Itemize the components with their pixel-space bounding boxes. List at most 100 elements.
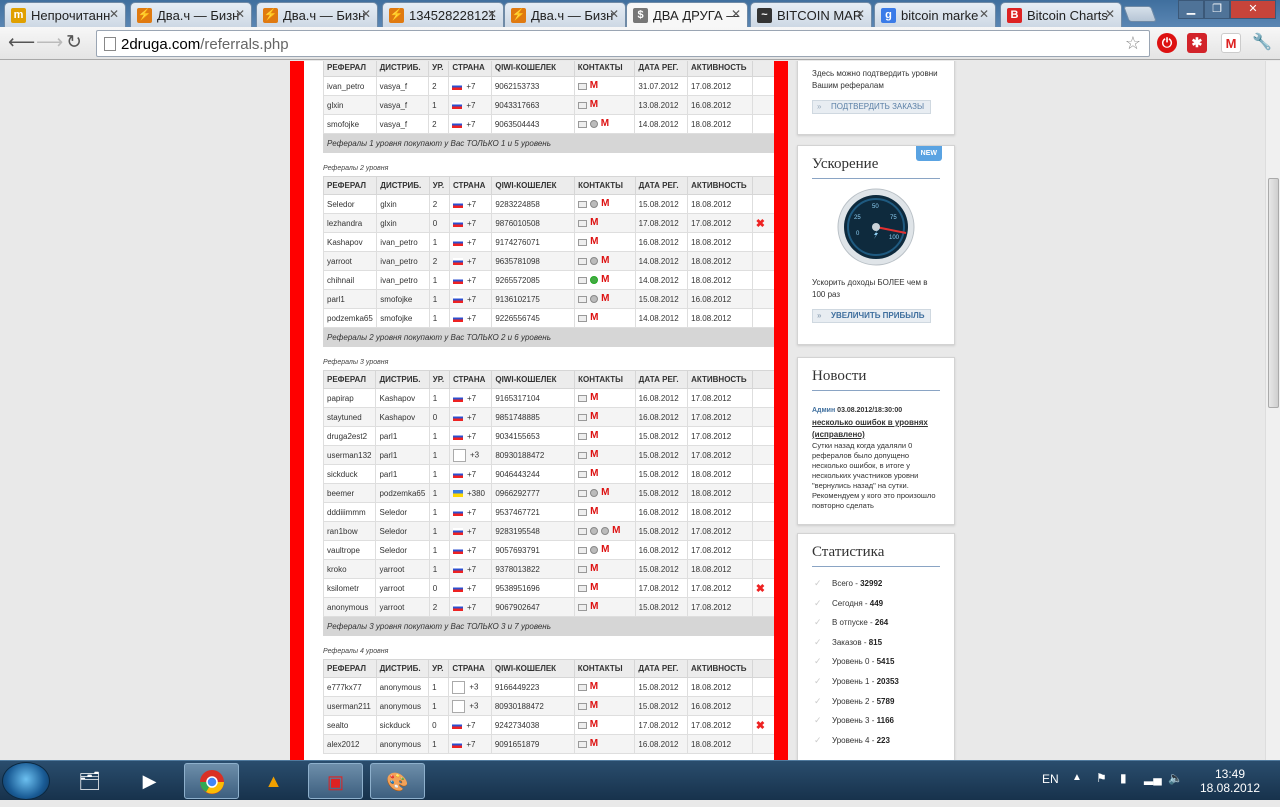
media-player-icon[interactable]: ▶ xyxy=(122,763,177,799)
gmail-icon[interactable]: M xyxy=(590,682,598,692)
email-icon[interactable] xyxy=(578,257,588,265)
email-icon[interactable] xyxy=(578,219,588,227)
skype-icon[interactable] xyxy=(590,546,599,555)
referral-name[interactable]: sickduck xyxy=(322,464,377,484)
network-icon[interactable]: ⚑ xyxy=(1096,771,1107,785)
gmail-icon[interactable]: M xyxy=(590,469,598,479)
email-icon[interactable] xyxy=(578,546,588,554)
referral-name[interactable]: anonymous xyxy=(322,597,377,617)
referral-name[interactable]: userman132 xyxy=(322,445,377,465)
tab-close-icon[interactable]: ✕ xyxy=(979,7,989,21)
chrome-icon[interactable] xyxy=(184,763,239,799)
referral-name[interactable]: ran1bow xyxy=(322,521,377,541)
browser-tab[interactable]: ⚡ Два.ч — Бизн ✕ xyxy=(130,2,252,27)
referral-name[interactable]: dddiiimmm xyxy=(322,502,377,522)
email-icon[interactable] xyxy=(578,314,588,322)
gmail-icon[interactable]: M xyxy=(601,294,609,304)
referral-name[interactable]: Kashapov xyxy=(322,232,378,252)
gmail-icon[interactable]: M xyxy=(601,275,609,285)
skype-icon[interactable] xyxy=(590,257,599,266)
gmail-icon[interactable]: M xyxy=(590,602,598,612)
forward-arrow-icon[interactable]: ⟶ xyxy=(36,33,63,53)
referral-name[interactable]: Seledor xyxy=(322,194,378,214)
email-icon[interactable] xyxy=(577,120,587,128)
gmail-icon[interactable]: M xyxy=(590,431,598,441)
email-icon[interactable] xyxy=(578,584,588,592)
gmail-icon[interactable]: M xyxy=(590,450,598,460)
browser-tab[interactable]: $ ДВА ДРУГА — ✕ xyxy=(626,2,748,27)
email-icon[interactable] xyxy=(578,489,588,497)
referral-name[interactable]: vaultrope xyxy=(322,540,377,560)
gmail-icon[interactable]: M xyxy=(590,218,598,228)
skype-icon[interactable] xyxy=(590,200,599,209)
email-icon[interactable] xyxy=(577,721,587,729)
gmail-icon[interactable]: M xyxy=(590,583,598,593)
referral-name[interactable]: smofojke xyxy=(323,114,377,134)
browser-tab[interactable]: ~ BITCOIN MAR ✕ xyxy=(750,2,872,27)
referral-name[interactable]: sealto xyxy=(323,715,377,735)
file-explorer-icon[interactable]: 🗂 xyxy=(62,763,117,799)
email-icon[interactable] xyxy=(578,200,588,208)
email-icon[interactable] xyxy=(577,683,587,691)
referral-name[interactable]: kroko xyxy=(322,559,377,579)
gmail-icon[interactable]: M xyxy=(601,119,609,129)
referral-name[interactable]: ivan_petro xyxy=(323,76,377,96)
gmail-icon[interactable]: M xyxy=(590,237,598,247)
news-author[interactable]: Админ xyxy=(812,407,835,414)
referral-name[interactable]: parl1 xyxy=(322,289,378,309)
volume-icon[interactable]: 🔈 xyxy=(1168,771,1183,785)
battery-icon[interactable]: ▮ xyxy=(1120,771,1127,785)
referral-name[interactable]: staytuned xyxy=(322,407,377,427)
tab-close-icon[interactable]: ✕ xyxy=(361,7,371,21)
browser-tab[interactable]: g bitcoin marke ✕ xyxy=(874,2,996,27)
signal-icon[interactable]: ▂▄ xyxy=(1144,771,1162,785)
referral-name[interactable]: glxin xyxy=(323,95,377,115)
gmail-icon[interactable]: M xyxy=(601,488,609,498)
skype-icon[interactable] xyxy=(589,120,598,129)
email-icon[interactable] xyxy=(577,82,587,90)
new-tab-button[interactable] xyxy=(1123,6,1157,22)
gmail-icon[interactable]: M xyxy=(590,100,598,110)
tab-close-icon[interactable]: ✕ xyxy=(235,7,245,21)
email-icon[interactable] xyxy=(578,451,588,459)
close-window-button[interactable]: ✕ xyxy=(1230,0,1276,19)
gmail-icon[interactable]: M xyxy=(601,545,609,555)
skype-icon[interactable] xyxy=(590,295,599,304)
referral-name[interactable]: ksilometr xyxy=(322,578,377,598)
clock[interactable]: 13:49 18.08.2012 xyxy=(1190,767,1270,795)
back-arrow-icon[interactable]: ⟵ xyxy=(8,33,35,53)
tray-arrow-icon[interactable]: ▲ xyxy=(1072,772,1082,783)
gmail-icon[interactable]: M xyxy=(590,739,598,749)
gmail-icon[interactable]: M xyxy=(590,701,598,711)
browser-tab[interactable]: ⚡ Два.ч — Бизн ✕ xyxy=(256,2,378,27)
delete-icon[interactable]: ✖ xyxy=(756,720,765,732)
skype-icon[interactable] xyxy=(590,489,599,498)
delete-icon[interactable]: ✖ xyxy=(756,583,765,595)
browser-tab[interactable]: B Bitcoin Charts ✕ xyxy=(1000,2,1122,27)
gmail-icon[interactable]: M xyxy=(590,507,598,517)
gmail-icon[interactable]: M xyxy=(612,526,620,536)
increase-profit-button[interactable]: УВЕЛИЧИТЬ ПРИБЫЛЬ xyxy=(812,309,932,323)
confirm-orders-button[interactable]: ПОДТВЕРДИТЬ ЗАКАЗЫ xyxy=(812,100,932,114)
email-icon[interactable] xyxy=(578,276,588,284)
paint-icon[interactable]: 🎨 xyxy=(370,763,425,799)
email-icon[interactable] xyxy=(577,702,587,710)
referral-name[interactable]: userman211 xyxy=(323,696,377,716)
scrollbar-thumb[interactable] xyxy=(1268,178,1279,408)
tab-close-icon[interactable]: ✕ xyxy=(1105,7,1115,21)
referral-name[interactable]: beemer xyxy=(322,483,377,503)
browser-tab[interactable]: ⚡ Два.ч — Бизн ✕ xyxy=(504,2,626,27)
language-indicator[interactable]: EN xyxy=(1042,772,1059,786)
tab-close-icon[interactable]: ✕ xyxy=(487,7,497,21)
gmail-icon[interactable]: M xyxy=(1221,33,1241,53)
referral-name[interactable]: yarroot xyxy=(322,251,378,271)
email-icon[interactable] xyxy=(578,394,588,402)
maximize-button[interactable]: ❐ xyxy=(1204,0,1230,19)
aimp-icon[interactable]: ▲ xyxy=(246,763,301,799)
app-window-icon[interactable]: ▣ xyxy=(308,763,363,799)
email-icon[interactable] xyxy=(577,101,587,109)
address-bar[interactable]: 2druga.com/referrals.php ☆ xyxy=(96,30,1150,57)
news-headline[interactable]: несколько ошибок в уровнях (исправлено) xyxy=(812,417,940,441)
email-icon[interactable] xyxy=(578,238,588,246)
tab-close-icon[interactable]: ✕ xyxy=(731,7,741,21)
